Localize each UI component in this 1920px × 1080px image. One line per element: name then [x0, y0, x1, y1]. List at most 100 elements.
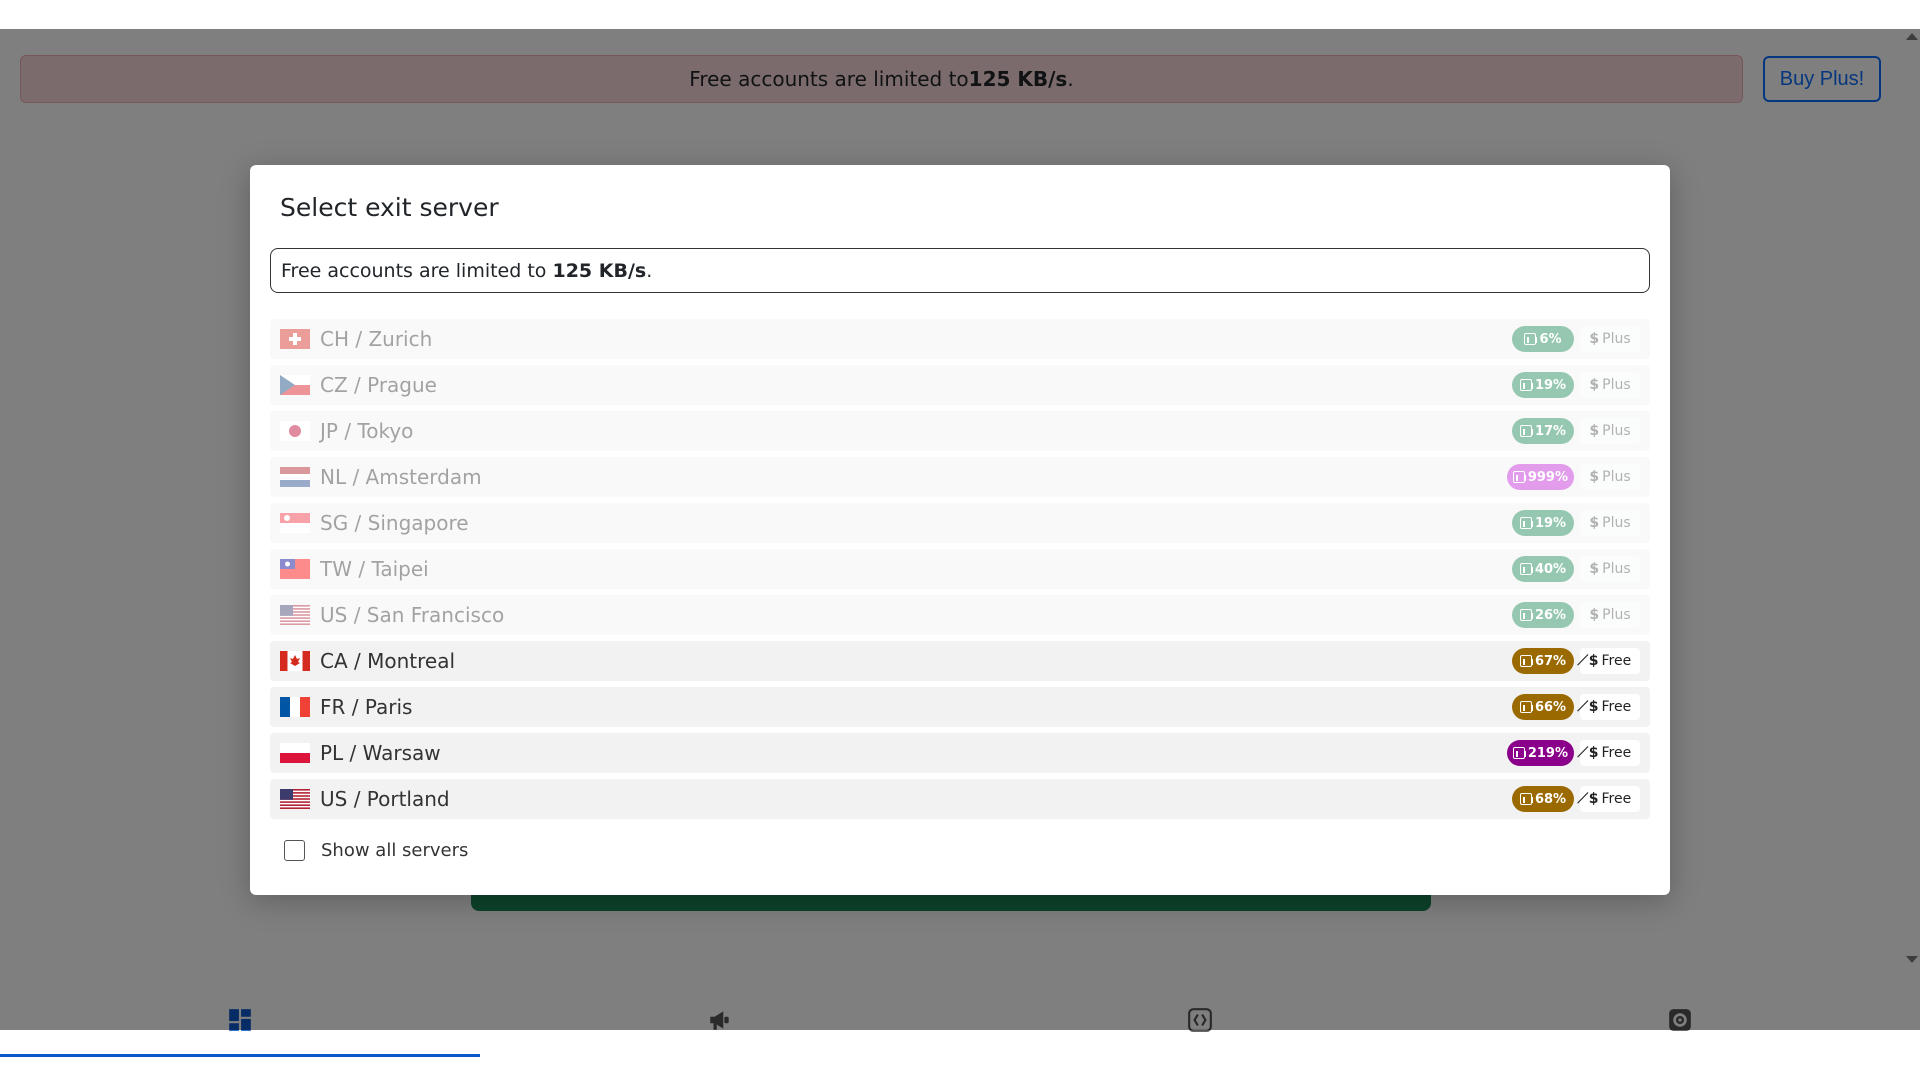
bar-chart-icon: [1519, 563, 1533, 575]
dollar-icon: $: [1589, 469, 1600, 485]
load-badge: 999%: [1506, 464, 1574, 490]
flag-jp-icon: [280, 421, 310, 441]
server-badges: 19% $ Plus: [1512, 372, 1640, 398]
load-badge: 219%: [1506, 740, 1574, 766]
load-value: 17%: [1534, 423, 1567, 439]
tier-label: Plus: [1602, 469, 1631, 485]
tier-badge: ̸$ Free: [1580, 740, 1640, 766]
tier-badge: ̸$ Free: [1580, 694, 1640, 720]
alert-text-prefix: Free accounts are limited to: [281, 259, 553, 282]
load-value: 6%: [1539, 331, 1562, 347]
load-value: 219%: [1527, 745, 1568, 761]
load-value: 40%: [1534, 561, 1567, 577]
flag-sg-icon: [280, 513, 310, 533]
server-badges: 219%̸$ Free: [1506, 740, 1640, 766]
flag-nl-icon: [280, 467, 310, 487]
tier-badge: $ Plus: [1580, 510, 1640, 536]
server-row: TW / Taipei 40% $ Plus: [270, 549, 1650, 589]
server-row: CZ / Prague 19% $ Plus: [270, 365, 1650, 405]
bar-chart-icon: [1519, 655, 1533, 667]
bar-chart-icon: [1512, 471, 1526, 483]
server-badges: 68%̸$ Free: [1512, 786, 1640, 812]
server-list: CH / Zurich 6% $ Plus CZ / Prague 19% $ Plus JP …: [270, 319, 1650, 825]
tier-label: Plus: [1602, 607, 1631, 623]
modal-title: Select exit server: [280, 193, 499, 222]
server-name: FR / Paris: [320, 695, 413, 719]
show-all-label: Show all servers: [321, 840, 469, 861]
tier-label: Plus: [1602, 515, 1631, 531]
tier-badge: ̸$ Free: [1580, 648, 1640, 674]
server-row: CH / Zurich 6% $ Plus: [270, 319, 1650, 359]
tier-badge: $ Plus: [1580, 372, 1640, 398]
alert-text-suffix: .: [646, 259, 653, 282]
tier-badge: $ Plus: [1580, 602, 1640, 628]
load-badge: 6%: [1512, 326, 1574, 352]
tier-badge: $ Plus: [1580, 556, 1640, 582]
dollar-icon: $: [1589, 331, 1600, 347]
server-row[interactable]: US / Portland 68%̸$ Free: [270, 779, 1650, 819]
flag-pl-icon: [280, 743, 310, 763]
load-value: 26%: [1534, 607, 1567, 623]
server-row: JP / Tokyo 17% $ Plus: [270, 411, 1650, 451]
load-value: 999%: [1527, 469, 1568, 485]
server-name: CA / Montreal: [320, 649, 456, 673]
select-server-modal: Select exit server Free accounts are lim…: [250, 165, 1670, 895]
flag-ca-icon: [280, 651, 310, 671]
dollar-icon: $: [1589, 377, 1600, 393]
server-badges: 26% $ Plus: [1512, 602, 1640, 628]
server-row[interactable]: PL / Warsaw 219%̸$ Free: [270, 733, 1650, 773]
tier-label: Free: [1601, 791, 1632, 807]
load-value: 66%: [1534, 699, 1567, 715]
tier-label: Free: [1601, 699, 1632, 715]
no-dollar-icon: ̸$: [1588, 791, 1599, 807]
no-dollar-icon: ̸$: [1588, 699, 1599, 715]
flag-cz-icon: [280, 375, 310, 395]
tier-label: Free: [1601, 653, 1632, 669]
modal-speed-alert: Free accounts are limited to 125 KB/s .: [270, 248, 1650, 293]
dollar-icon: $: [1589, 607, 1600, 623]
tier-label: Plus: [1602, 423, 1631, 439]
load-badge: 19%: [1512, 372, 1574, 398]
flag-ch-icon: [280, 329, 310, 349]
load-value: 19%: [1534, 377, 1567, 393]
show-all-checkbox[interactable]: [284, 840, 305, 861]
server-row[interactable]: CA / Montreal 67%̸$ Free: [270, 641, 1650, 681]
bar-chart-icon: [1519, 517, 1533, 529]
show-all-servers[interactable]: Show all servers: [284, 840, 468, 861]
server-name: NL / Amsterdam: [320, 465, 482, 489]
server-name: US / San Francisco: [320, 603, 505, 627]
server-badges: 67%̸$ Free: [1512, 648, 1640, 674]
server-name: CH / Zurich: [320, 327, 433, 351]
tier-badge: $ Plus: [1580, 418, 1640, 444]
load-badge: 68%: [1512, 786, 1574, 812]
tier-label: Plus: [1602, 561, 1631, 577]
load-badge: 19%: [1512, 510, 1574, 536]
server-badges: 17% $ Plus: [1512, 418, 1640, 444]
server-name: US / Portland: [320, 787, 450, 811]
flag-us-icon: [280, 605, 310, 625]
bar-chart-icon: [1512, 747, 1526, 759]
tier-label: Plus: [1602, 331, 1631, 347]
load-badge: 26%: [1512, 602, 1574, 628]
tier-badge: $ Plus: [1580, 326, 1640, 352]
bar-chart-icon: [1524, 333, 1538, 345]
flag-us-icon: [280, 789, 310, 809]
server-badges: 999% $ Plus: [1506, 464, 1640, 490]
bar-chart-icon: [1519, 425, 1533, 437]
dollar-icon: $: [1589, 423, 1600, 439]
server-name: JP / Tokyo: [320, 419, 414, 443]
server-name: SG / Singapore: [320, 511, 469, 535]
tier-badge: ̸$ Free: [1580, 786, 1640, 812]
load-value: 67%: [1534, 653, 1567, 669]
no-dollar-icon: ̸$: [1588, 653, 1599, 669]
load-value: 19%: [1534, 515, 1567, 531]
dollar-icon: $: [1589, 515, 1600, 531]
tier-badge: $ Plus: [1580, 464, 1640, 490]
dollar-icon: $: [1589, 561, 1600, 577]
no-dollar-icon: ̸$: [1588, 745, 1599, 761]
server-name: PL / Warsaw: [320, 741, 441, 765]
alert-text-bold: 125 KB/s: [552, 259, 647, 282]
server-row: SG / Singapore 19% $ Plus: [270, 503, 1650, 543]
server-row[interactable]: FR / Paris 66%̸$ Free: [270, 687, 1650, 727]
tier-label: Free: [1601, 745, 1632, 761]
